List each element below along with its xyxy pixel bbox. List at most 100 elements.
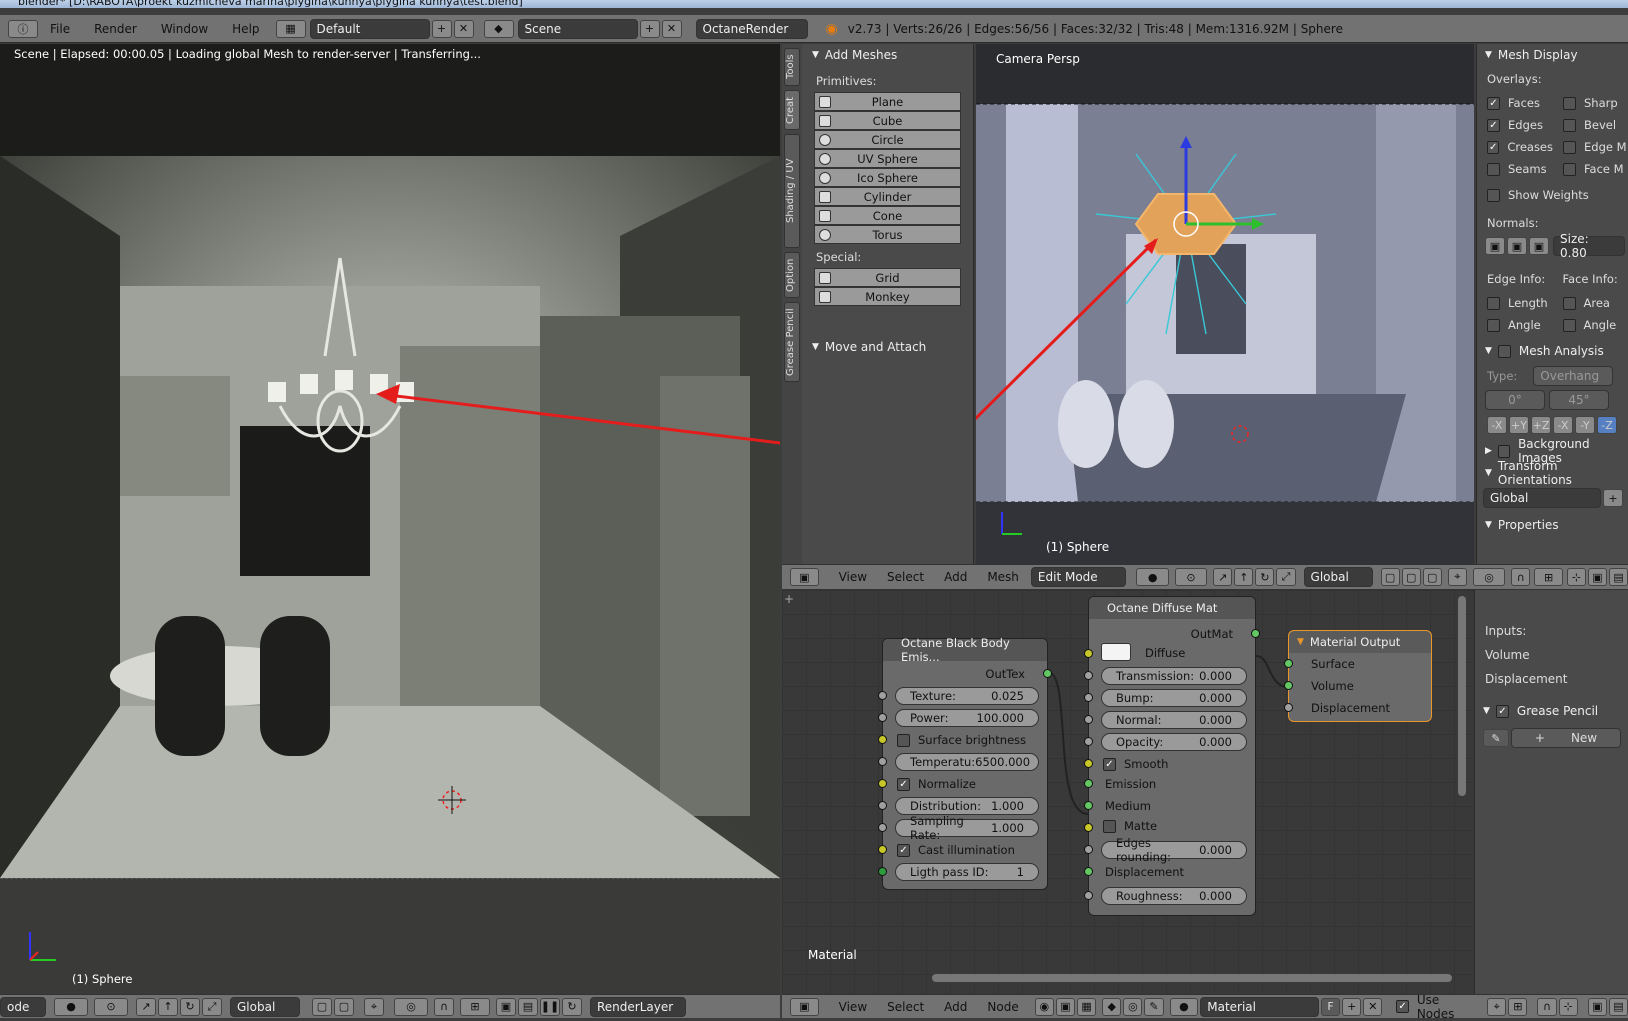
layer-icon[interactable]: ▢: [312, 998, 332, 1016]
render-icon[interactable]: ▣: [1588, 568, 1607, 586]
add-scene-icon[interactable]: +: [640, 20, 660, 38]
cast-illumination-checkbox[interactable]: ✓Cast illumination: [887, 839, 1015, 861]
input-socket[interactable]: [878, 845, 887, 854]
menu-help[interactable]: Help: [232, 22, 259, 36]
horizontal-scrollbar[interactable]: [932, 974, 1452, 982]
mesh-display-header[interactable]: ▼Mesh Display: [1477, 44, 1628, 66]
input-socket[interactable]: [1084, 823, 1093, 832]
surface-socket[interactable]: [1284, 659, 1293, 668]
uv-sphere-button[interactable]: UV Sphere: [814, 149, 961, 168]
input-socket[interactable]: [878, 757, 887, 766]
faces-checkbox[interactable]: ✓Faces: [1477, 92, 1553, 114]
input-socket[interactable]: [878, 691, 887, 700]
tab-tools[interactable]: Tools: [784, 48, 800, 86]
creases-checkbox[interactable]: ✓Creases: [1477, 136, 1553, 158]
normals-size-field[interactable]: Size: 0.80: [1553, 236, 1625, 256]
scene-icon[interactable]: ◆: [484, 20, 514, 38]
magnet-icon[interactable]: ∩: [1537, 998, 1556, 1016]
orientation-select[interactable]: Global: [1483, 488, 1601, 508]
info-editor-type-icon[interactable]: ⓘ: [8, 20, 38, 38]
snap-target-icon[interactable]: ⊹: [1559, 998, 1578, 1016]
snap-icon[interactable]: ⌖: [1487, 998, 1506, 1016]
surface-brightness-checkbox[interactable]: Surface brightness: [887, 729, 1026, 751]
input-socket[interactable]: [1084, 737, 1093, 746]
sharp-checkbox[interactable]: Sharp: [1553, 92, 1628, 114]
scale-icon[interactable]: ⤢: [202, 998, 222, 1016]
sampling-rate-field[interactable]: Sampling Rate:1.000: [895, 819, 1039, 837]
input-socket[interactable]: [1084, 671, 1093, 680]
diffuse-node-header[interactable]: Octane Diffuse Mat: [1089, 597, 1255, 619]
show-weights-checkbox[interactable]: Show Weights: [1477, 184, 1628, 206]
properties-header[interactable]: ▼Properties: [1477, 514, 1628, 536]
pause-icon[interactable]: ❚❚: [540, 998, 560, 1016]
monkey-button[interactable]: Monkey: [814, 287, 961, 306]
grid-button[interactable]: Grid: [814, 268, 961, 287]
menu-add[interactable]: Add: [944, 1000, 967, 1014]
cylinder-button[interactable]: Cylinder: [814, 187, 961, 206]
menu-select[interactable]: Select: [887, 1000, 924, 1014]
menu-render[interactable]: Render: [94, 22, 137, 36]
edges-checkbox[interactable]: ✓Edges: [1477, 114, 1553, 136]
edges-rounding-field[interactable]: Edges rounding:0.000: [1101, 841, 1247, 859]
input-socket[interactable]: [1084, 891, 1093, 900]
angle-min-field[interactable]: 0°: [1485, 390, 1545, 410]
material-output-node[interactable]: ▼Material Output Surface Volume Displace…: [1288, 630, 1432, 722]
remove-scene-icon[interactable]: ✕: [662, 20, 682, 38]
diffuse-color-swatch[interactable]: [1101, 643, 1131, 661]
material-output-header[interactable]: ▼Material Output: [1289, 631, 1431, 653]
rotate-icon[interactable]: ↻: [1255, 568, 1274, 586]
temperature-field[interactable]: Temperatu:6500.000: [895, 753, 1039, 771]
pencil-icon[interactable]: ✎: [1483, 729, 1509, 747]
displacement-socket[interactable]: [1284, 703, 1293, 712]
proportional-icon[interactable]: ◎: [1473, 568, 1505, 586]
input-socket[interactable]: [878, 779, 887, 788]
power-field[interactable]: Power:100.000: [895, 709, 1039, 727]
menu-node[interactable]: Node: [987, 1000, 1018, 1014]
edge-angle-checkbox[interactable]: Angle: [1477, 314, 1553, 336]
screen-layout-select[interactable]: Default: [310, 19, 430, 39]
move-attach-header[interactable]: ▼Move and Attach: [802, 336, 973, 358]
render-anim-icon[interactable]: ▤: [1609, 568, 1628, 586]
menu-view[interactable]: View: [839, 570, 867, 584]
orientation-select[interactable]: Global: [1304, 567, 1373, 587]
area-checkbox[interactable]: Area: [1553, 292, 1628, 314]
vertical-scrollbar[interactable]: [1458, 596, 1466, 796]
viewport-shading-icon[interactable]: ●: [1136, 568, 1168, 586]
add-material-icon[interactable]: +: [1342, 998, 1361, 1016]
seams-checkbox[interactable]: Seams: [1477, 158, 1553, 180]
opacity-field[interactable]: Opacity:0.000: [1101, 733, 1247, 751]
add-meshes-header[interactable]: ▼Add Meshes: [802, 44, 973, 66]
transform-orientations-header[interactable]: ▼Transform Orientations: [1477, 462, 1628, 484]
input-socket[interactable]: [878, 735, 887, 744]
snap-icon[interactable]: ⌖: [364, 998, 384, 1016]
input-socket[interactable]: [878, 801, 887, 810]
bevel-checkbox[interactable]: Bevel: [1553, 114, 1628, 136]
black-body-node-header[interactable]: Octane Black Body Emis...: [883, 639, 1047, 661]
transmission-field[interactable]: Transmission:0.000: [1101, 667, 1247, 685]
menu-mesh[interactable]: Mesh: [987, 570, 1019, 584]
medium-socket[interactable]: [1084, 801, 1093, 810]
octane-diffuse-node[interactable]: Octane Diffuse Mat OutMat Diffuse Transm…: [1088, 596, 1256, 916]
normal-field[interactable]: Normal:0.000: [1101, 711, 1247, 729]
distribution-field[interactable]: Distribution:1.000: [895, 797, 1039, 815]
pivot-icon[interactable]: ⊙: [1175, 568, 1207, 586]
tab-shading-uv[interactable]: Shading / UV: [784, 134, 800, 248]
black-body-emission-node[interactable]: Octane Black Body Emis... OutTex Texture…: [882, 638, 1048, 890]
input-socket[interactable]: [1084, 759, 1093, 768]
texture-nodes-icon[interactable]: ▦: [1077, 998, 1096, 1016]
material-select[interactable]: Material: [1200, 997, 1319, 1017]
edge-marks-checkbox[interactable]: Edge M: [1553, 136, 1628, 158]
node-editor[interactable]: Octane Black Body Emis... OutTex Texture…: [782, 590, 1474, 994]
material-icon[interactable]: ●: [1170, 998, 1199, 1016]
orientation-select[interactable]: Global: [230, 997, 300, 1017]
new-grease-pencil-button[interactable]: +New: [1511, 728, 1621, 748]
render-anim-icon[interactable]: ▤: [1609, 998, 1628, 1016]
render-engine-select[interactable]: OctaneRender: [696, 19, 808, 39]
screen-layout-icon[interactable]: ▦: [276, 20, 306, 38]
snap-target-icon[interactable]: ⊞: [1534, 568, 1563, 586]
render-icon[interactable]: ▣: [496, 998, 516, 1016]
proportional-icon[interactable]: ◎: [394, 998, 428, 1016]
menu-window[interactable]: Window: [161, 22, 208, 36]
vertex-select-icon[interactable]: ▢: [1381, 568, 1400, 586]
snap-icon[interactable]: ⊹: [1567, 568, 1586, 586]
